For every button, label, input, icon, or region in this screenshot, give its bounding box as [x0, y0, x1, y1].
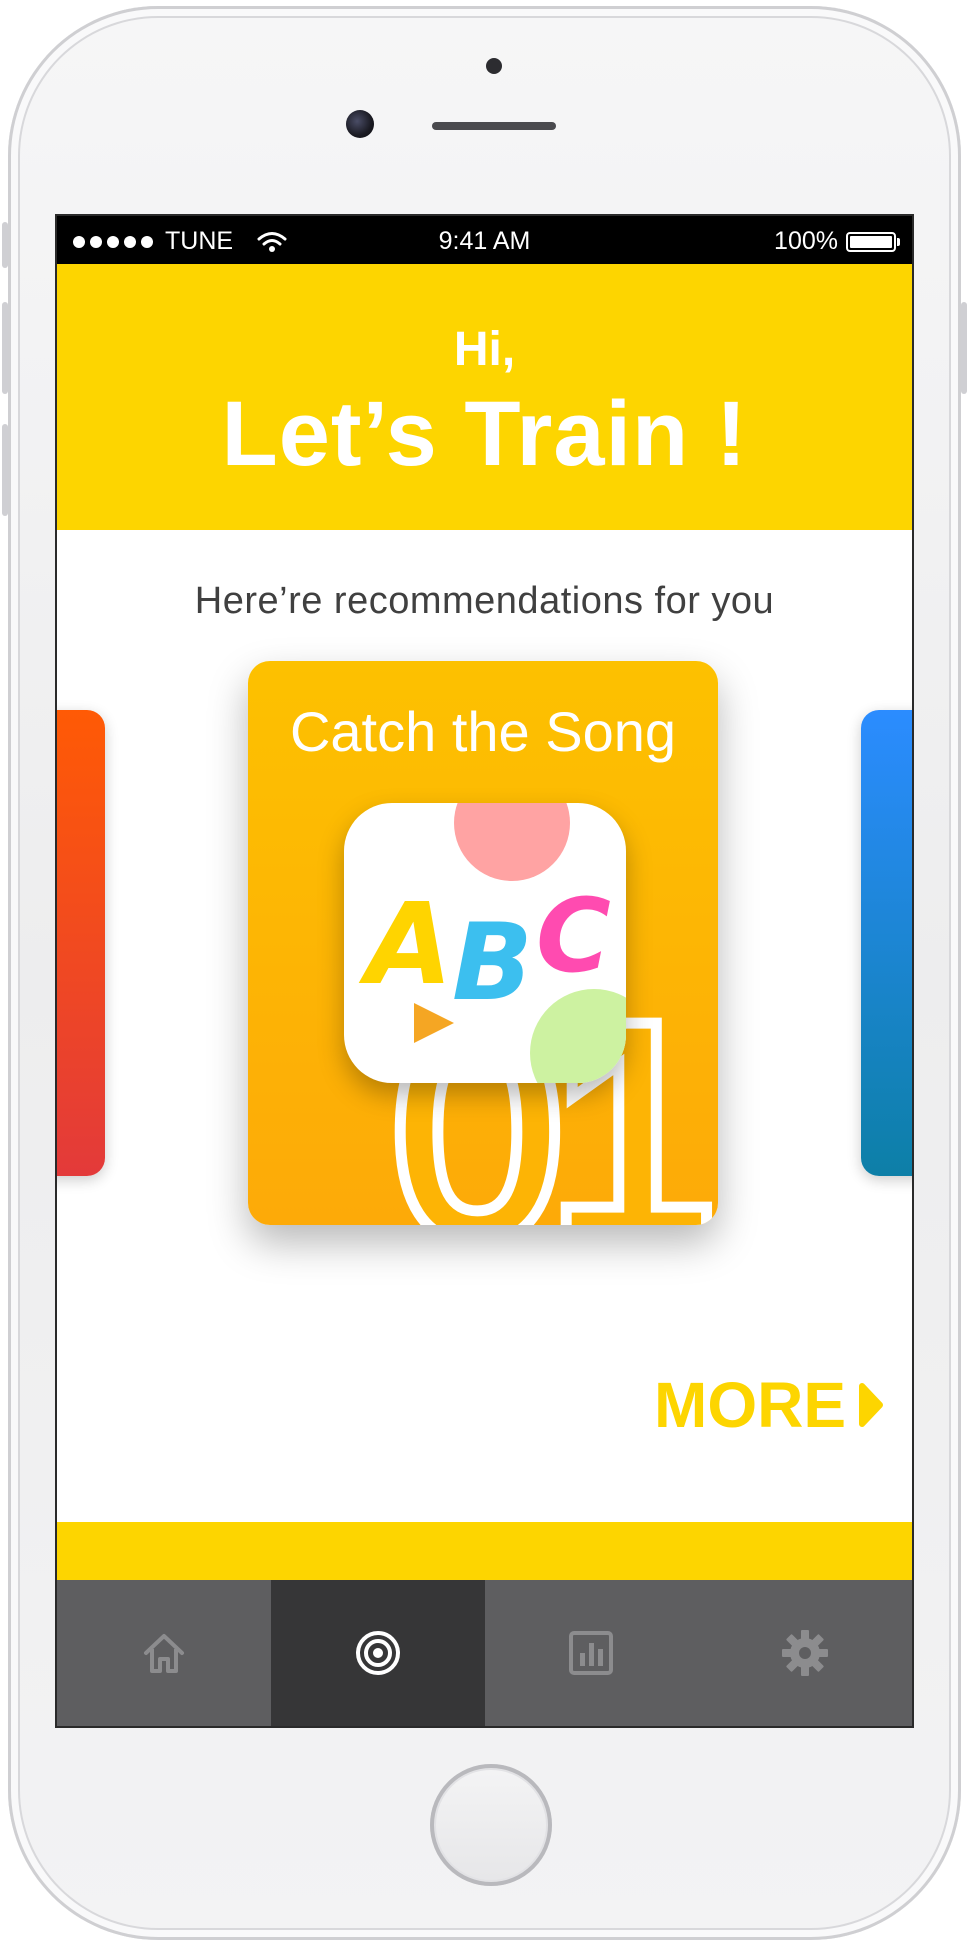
previous-recommendation-card[interactable] [57, 710, 105, 1176]
tab-home[interactable] [57, 1580, 271, 1726]
tab-settings[interactable] [698, 1580, 912, 1726]
battery-icon [846, 231, 900, 252]
target-icon [355, 1631, 400, 1675]
chart-icon [569, 1631, 614, 1675]
card-title: Catch the Song [289, 700, 677, 763]
status-bar: TUNE 9:41 AM 100% [57, 216, 912, 264]
earpiece-speaker [432, 122, 556, 130]
volume-down-button [2, 424, 8, 516]
greeting-header: Hi, Let’s Train ! [57, 264, 912, 530]
more-label: MORE [654, 1369, 846, 1441]
gear-icon [782, 1630, 829, 1676]
next-recommendation-card[interactable] [861, 710, 912, 1176]
proximity-sensor [486, 58, 502, 74]
app-screen: TUNE 9:41 AM 100% Hi, Let’s Train ! Here… [55, 214, 914, 1728]
front-camera [346, 110, 374, 138]
page-title: Let’s Train ! [221, 383, 748, 485]
tab-stats[interactable] [485, 1580, 699, 1726]
recommendations-subtitle: Here’re recommendations for you [194, 580, 775, 622]
arrow-right-icon [859, 1383, 883, 1427]
letter-a: A [358, 880, 453, 1010]
mute-switch [2, 222, 8, 268]
letter-c: C [536, 877, 611, 996]
volume-up-button [2, 302, 8, 394]
home-button[interactable] [430, 1764, 552, 1886]
bottom-tab-bar [57, 1580, 912, 1726]
decorative-band [57, 1522, 912, 1580]
more-button[interactable]: MORE [654, 1368, 884, 1442]
letter-b: B [452, 901, 533, 1024]
battery-percentage: 100% [774, 227, 838, 255]
greeting-text: Hi, [453, 323, 516, 376]
tab-train[interactable] [270, 1580, 485, 1726]
power-button [961, 302, 967, 394]
home-icon [143, 1634, 184, 1673]
status-right: 100% [774, 227, 900, 256]
recommendation-card[interactable]: Catch the Song 01 A B C [248, 661, 718, 1225]
abc-app-icon: A B C [344, 803, 626, 1083]
